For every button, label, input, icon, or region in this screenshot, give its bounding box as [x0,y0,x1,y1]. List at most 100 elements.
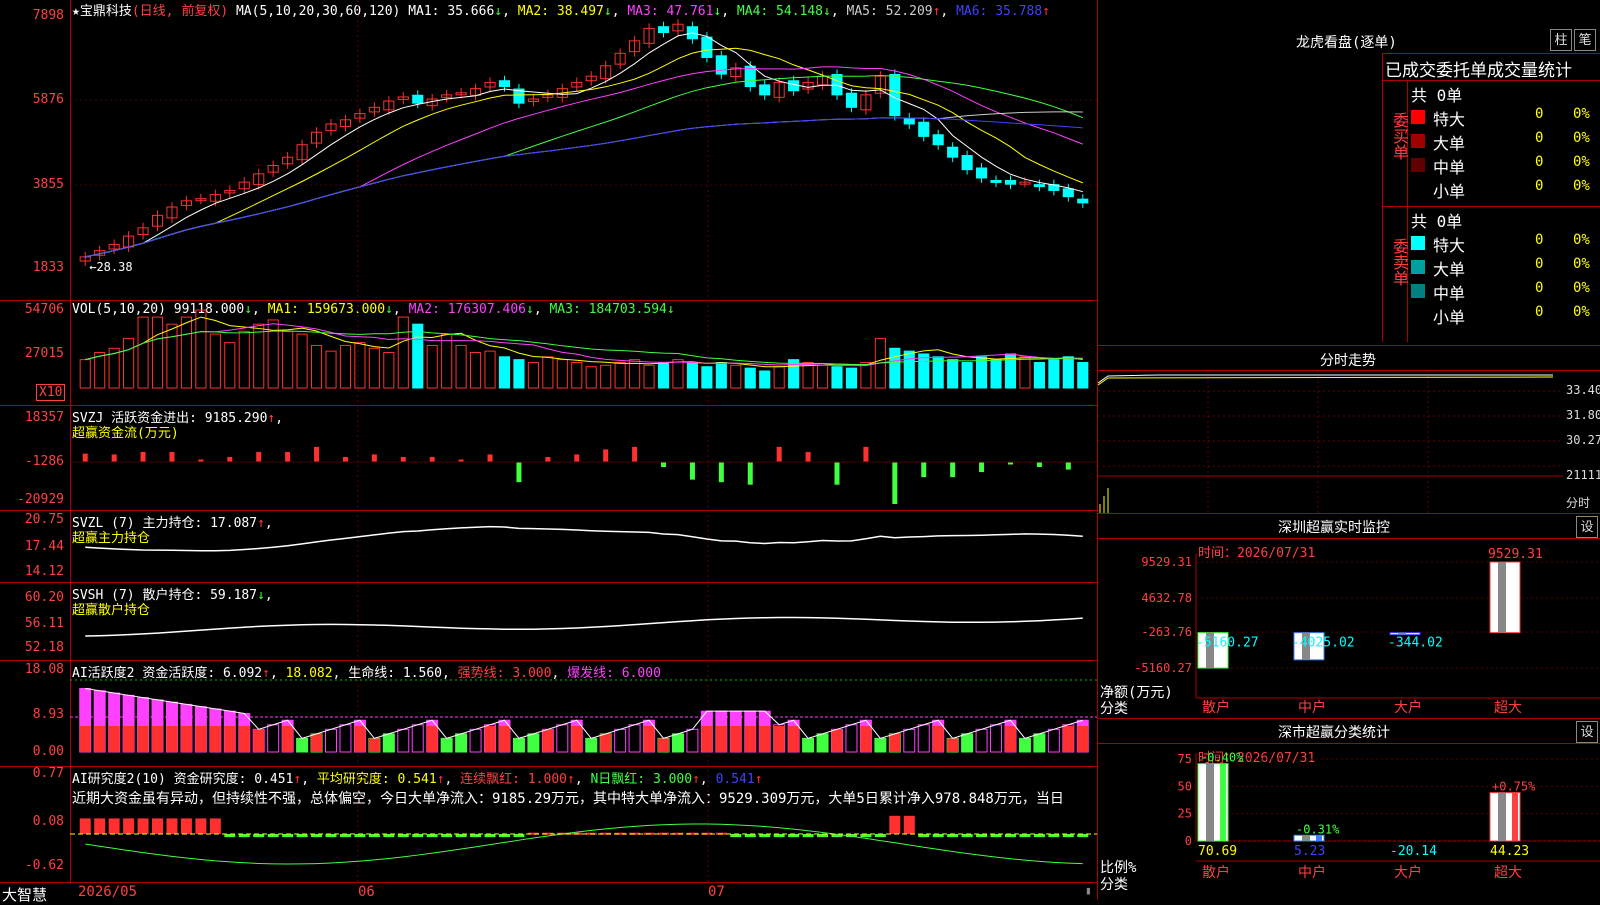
svzj-bar [285,451,291,462]
bar-mode-button[interactable]: 柱 [1550,29,1572,51]
ai-activity-bar [469,728,482,753]
svzj-bar [632,446,638,462]
ai-activity-bar [411,724,424,753]
order-type-label: 中单 [1433,158,1466,177]
pen-mode-button[interactable]: 笔 [1574,29,1596,51]
ai-activity-base-bar [195,726,207,752]
intraday-panel[interactable]: 分时走势 33.40 31.80 30.27 21111 分时 [1098,345,1600,514]
y-tick-label: 17.44 [24,539,64,554]
ai-activity-base-bar [715,726,727,752]
svzj-bar [516,462,522,483]
svzj-bar [545,456,551,462]
lock-icon: ▮ [1085,884,1092,897]
volume-bar [470,352,482,389]
category-change-label: -0.31% [1296,822,1340,836]
ai-research-bar [137,818,149,834]
ai-activity-base-bar [1062,726,1074,752]
volume-bar [990,359,1002,389]
ai-activity-base-bar [108,726,120,752]
ai-activity-base-bar [542,729,554,752]
order-type-label: 特大 [1433,110,1466,129]
volume-bar [773,366,785,389]
main-chart-area[interactable]: ★宝鼎科技(日线, 前复权) MA(5,10,20,30,60,120) MA1… [0,0,1098,904]
main-chart-svg: ←78.98 ←28.38 [70,0,1097,884]
intraday-y-tick: 31.80 [1566,408,1600,422]
volume-bar [94,352,106,389]
ai-activity-bar [975,728,988,753]
candle-body [889,74,901,117]
category-label: 大户 [1394,864,1422,881]
ai-activity-bar [917,724,930,753]
legend-swatch [1411,134,1425,148]
low-price-label: ←28.38 [89,260,132,274]
y-tick-label: 18.08 [24,662,64,677]
ai-activity-base-bar [600,733,612,752]
legend-swatch [1411,236,1425,250]
candle-body [657,26,670,34]
volume-bar [903,350,915,389]
legend-swatch [1411,158,1425,172]
candle-body [1062,188,1074,198]
candle-body [1004,179,1017,185]
y-tick-label: -1286 [24,454,64,469]
y-tick-label: 27015 [24,346,64,361]
ai-activity-bar [339,724,352,753]
ai-activity-base-bar [123,726,135,752]
volume-bar [339,344,352,389]
y-tick-label: 52.18 [24,640,64,655]
ai-activity-base-bar [484,726,496,752]
svzj-bar [400,456,406,462]
volume-bar [542,356,554,389]
volume-bar [802,361,814,389]
volume-bar [730,364,742,389]
svzj-bar [603,449,609,462]
ai-activity-base-bar [831,729,843,752]
category-value-label: 9529.31 [1488,547,1543,562]
volume-bar [296,333,308,389]
order-volume: 0 [1535,232,1544,248]
ai-activity-bar [990,724,1003,753]
category-value-label: -4025.02 [1292,636,1355,651]
svzj-bar [718,462,724,483]
y-tick-label: 1833 [32,260,64,275]
volume-bar [166,323,178,389]
sz-monitor-panel[interactable]: 深圳超赢实时监控 设 时间：2026/07/31 净额(万元) 分类 9529.… [1098,513,1600,719]
ai-research-bar [123,818,135,834]
category-bar-shade [1206,763,1214,841]
volume-bar [123,337,135,389]
y-tick-label: 0.77 [32,766,64,781]
volume-bar [441,333,453,389]
candle-body [498,80,511,88]
panel-y-tick: 50 [1178,779,1192,793]
y-tick-label: 0.00 [32,744,64,759]
order-volume: 0 [1535,304,1544,320]
volume-bar [325,350,337,389]
volume-bar [180,316,192,389]
sz-class-panel[interactable]: 深市超赢分类统计 设 时间：2026/07/31 比例% 分类 75 50 25 0 7… [1098,718,1600,901]
category-label: 散户 [1202,699,1230,716]
svzj-bar [574,454,580,462]
ai-activity-bar [845,724,858,753]
order-volume: 0 [1535,256,1544,272]
intraday-chart-svg [1098,371,1563,514]
svzj-bar [689,462,695,480]
ai-research-bar [79,818,91,834]
y-tick-label: 18357 [24,410,64,425]
category-label: 大户 [1394,699,1422,716]
ai-activity-base-bar [79,726,91,752]
ai-activity-base-bar [701,726,713,752]
svzj-bar [1065,462,1071,470]
svzj-bar [661,462,667,468]
ai-activity-bar [628,724,641,753]
candle-body [845,92,858,108]
ai-research-bar [889,815,901,834]
intraday-foot-label: 分时 [1566,496,1591,510]
y-tick-label: 8.93 [32,707,64,722]
intraday-y-tick: 33.40 [1566,383,1600,397]
volume-bar [527,361,539,389]
ai-activity-base-bar [571,726,583,752]
volume-bar [947,359,959,389]
volume-bar [759,370,771,389]
y-tick-label: 5876 [32,92,64,107]
intraday-y-tick: 21111 [1566,468,1600,482]
